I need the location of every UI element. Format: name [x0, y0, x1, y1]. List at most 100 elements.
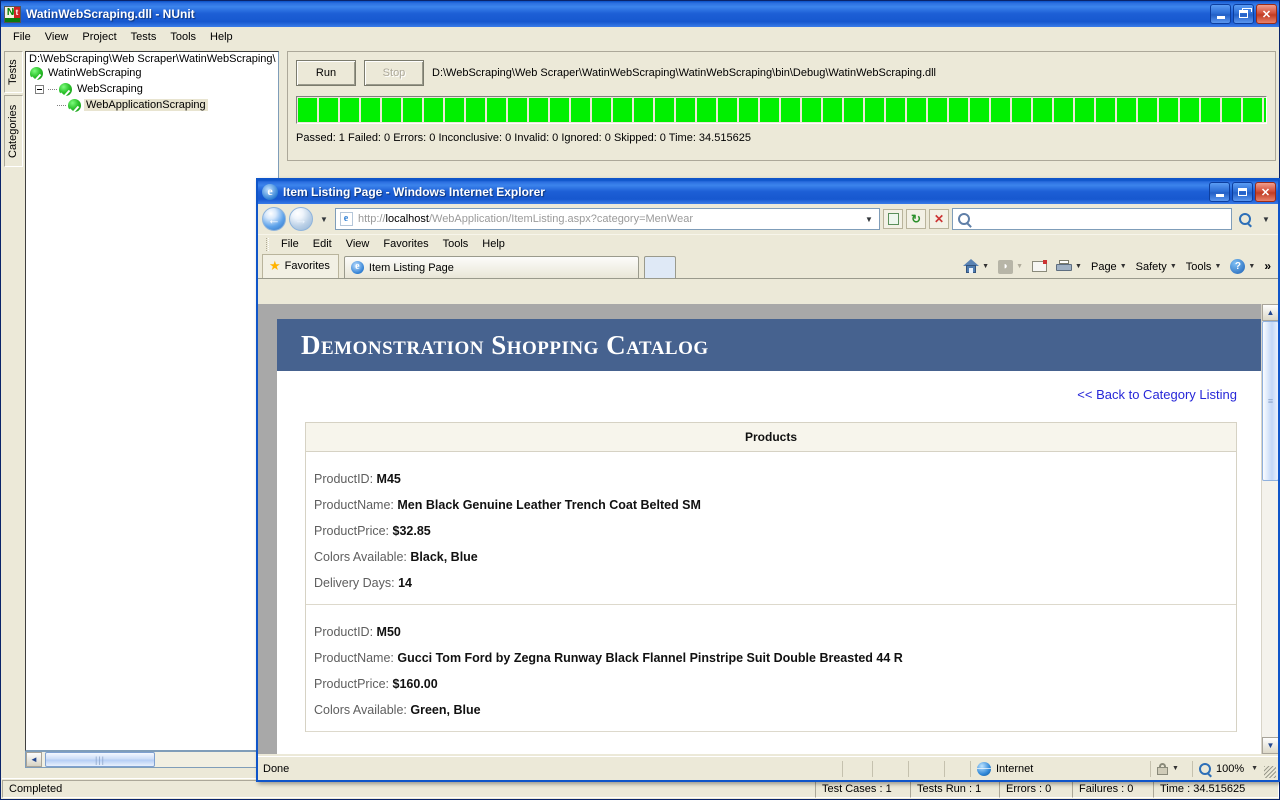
- menu-item-tests[interactable]: Tests: [124, 29, 164, 45]
- test-tree-panel[interactable]: D:\WebScraping\Web Scraper\WatinWebScrap…: [25, 51, 279, 751]
- progress-segment: [1138, 98, 1157, 122]
- menu-item-file[interactable]: File: [6, 29, 38, 45]
- address-bar[interactable]: e http://localhost/WebApplication/ItemLi…: [335, 208, 880, 230]
- collapse-icon[interactable]: [35, 84, 44, 94]
- progress-segment: [865, 98, 884, 122]
- tools-menu-label: Tools: [1185, 260, 1212, 273]
- forward-button-icon[interactable]: →: [289, 207, 313, 231]
- home-chevron-down-icon[interactable]: ▼: [982, 263, 989, 270]
- ie-navigation-bar: ← → ▼ e http://localhost/WebApplication/…: [258, 204, 1278, 234]
- ie-menu-help[interactable]: Help: [475, 237, 512, 251]
- protected-mode[interactable]: ▼: [1150, 760, 1192, 777]
- back-to-category-listing-link[interactable]: << Back to Category Listing: [1077, 387, 1237, 402]
- favorites-button[interactable]: ★ Favorites: [262, 254, 339, 278]
- product-name-label: ProductName:: [314, 498, 394, 512]
- nunit-minimize-button[interactable]: [1210, 4, 1231, 24]
- tree-horizontal-scrollbar[interactable]: ◄ |||: [25, 751, 279, 768]
- ie-tab-bar: ★ Favorites e Item Listing Page ▼ ◗ ▼ ▼ P…: [258, 253, 1278, 279]
- progress-segment: [403, 98, 422, 122]
- nunit-restore-button[interactable]: [1233, 4, 1254, 24]
- tree-node-webscraping[interactable]: WebScraping: [26, 81, 278, 97]
- browser-tab-item-listing[interactable]: e Item Listing Page: [343, 256, 639, 278]
- new-tab-button[interactable]: [643, 256, 676, 278]
- test-results-panel: Run Stop D:\WebScraping\Web Scraper\Wati…: [287, 51, 1276, 161]
- menu-item-tools[interactable]: Tools: [163, 29, 203, 45]
- run-button[interactable]: Run: [296, 60, 356, 86]
- menu-item-help[interactable]: Help: [203, 29, 240, 45]
- home-button[interactable]: ▼: [960, 257, 992, 276]
- progress-segment: [802, 98, 821, 122]
- progress-segment: [340, 98, 359, 122]
- search-box[interactable]: [952, 208, 1232, 230]
- scrollbar-thumb[interactable]: |||: [45, 752, 155, 767]
- tab-tests[interactable]: Tests: [4, 51, 23, 93]
- print-button[interactable]: ▼: [1053, 258, 1085, 275]
- tree-node-watinwebscraping[interactable]: WatinWebScraping: [26, 65, 278, 81]
- security-zone[interactable]: Internet: [970, 760, 1150, 777]
- compatibility-view-icon[interactable]: [883, 209, 903, 229]
- recent-pages-chevron-down-icon[interactable]: ▼: [316, 209, 332, 229]
- security-zone-label: Internet: [996, 762, 1034, 775]
- print-chevron-down-icon[interactable]: ▼: [1075, 263, 1082, 270]
- ie-menu-tools[interactable]: Tools: [436, 237, 476, 251]
- progress-segment: [949, 98, 968, 122]
- back-button-icon[interactable]: ←: [262, 207, 286, 231]
- product-price-label: ProductPrice:: [314, 524, 390, 538]
- ie-status-bar: Done Internet ▼ 100% ▼: [258, 756, 1278, 780]
- page-vertical-scrollbar[interactable]: ▲ ≡ ▼: [1261, 304, 1278, 754]
- progress-segment: [781, 98, 800, 122]
- home-icon: [963, 259, 980, 274]
- progress-segment: [1075, 98, 1094, 122]
- status-segment: [842, 760, 872, 777]
- stop-icon[interactable]: ✕: [929, 209, 949, 229]
- page-chevron-down-icon[interactable]: ▼: [1120, 263, 1127, 270]
- progress-segment: [613, 98, 632, 122]
- ie-minimize-button[interactable]: [1209, 182, 1230, 202]
- resize-grip[interactable]: [1264, 766, 1276, 778]
- feeds-button: ◗ ▼: [995, 258, 1026, 276]
- ie-menu-bar: File Edit View Favorites Tools Help: [258, 234, 1278, 253]
- progress-segment: [424, 98, 443, 122]
- address-chevron-down-icon[interactable]: ▼: [861, 209, 877, 229]
- scroll-left-icon[interactable]: ◄: [26, 752, 42, 767]
- help-menu-button[interactable]: ? ▼: [1227, 257, 1258, 276]
- product-colors-line: Colors Available: Black, Blue: [314, 544, 1236, 570]
- menu-item-view[interactable]: View: [38, 29, 76, 45]
- safety-chevron-down-icon[interactable]: ▼: [1170, 263, 1177, 270]
- ie-menu-file[interactable]: File: [274, 237, 306, 251]
- zoom-chevron-down-icon[interactable]: ▼: [1251, 765, 1258, 772]
- status-segment: [908, 760, 944, 777]
- search-submit-icon[interactable]: [1235, 209, 1255, 229]
- search-input[interactable]: [973, 212, 1229, 226]
- progress-segment: [1159, 98, 1178, 122]
- read-mail-button[interactable]: [1029, 259, 1050, 274]
- safety-menu-button[interactable]: Safety ▼: [1133, 259, 1180, 275]
- web-page-body: Demonstration Shopping Catalog << Back t…: [277, 319, 1261, 754]
- ie-menu-favorites[interactable]: Favorites: [376, 237, 435, 251]
- refresh-icon[interactable]: ↻: [906, 209, 926, 229]
- page-menu-button[interactable]: Page ▼: [1088, 259, 1130, 275]
- nunit-close-button[interactable]: ✕: [1256, 4, 1277, 24]
- help-chevron-down-icon[interactable]: ▼: [1248, 263, 1255, 270]
- progress-segment: [655, 98, 674, 122]
- scrollbar-thumb[interactable]: ≡: [1262, 321, 1278, 481]
- progress-segment: [1222, 98, 1241, 122]
- scroll-up-icon[interactable]: ▲: [1262, 304, 1278, 321]
- ie-menu-view[interactable]: View: [339, 237, 377, 251]
- progress-segment: [886, 98, 905, 122]
- tools-chevron-down-icon[interactable]: ▼: [1214, 263, 1221, 270]
- ie-close-button[interactable]: ✕: [1255, 182, 1276, 202]
- protected-mode-chevron-down-icon[interactable]: ▼: [1172, 765, 1179, 772]
- product-delivery-value: 14: [398, 576, 412, 590]
- tab-categories[interactable]: Categories: [4, 95, 23, 167]
- search-provider-chevron-down-icon[interactable]: ▼: [1258, 209, 1274, 229]
- overflow-chevrons-icon[interactable]: »: [1261, 257, 1274, 275]
- tools-menu-button[interactable]: Tools ▼: [1183, 259, 1225, 275]
- ie-menu-edit[interactable]: Edit: [306, 237, 339, 251]
- scroll-down-icon[interactable]: ▼: [1262, 737, 1278, 754]
- ie-maximize-button[interactable]: [1232, 182, 1253, 202]
- progress-segment: [970, 98, 989, 122]
- tree-node-webapplicationscraping[interactable]: WebApplicationScraping: [26, 97, 278, 113]
- menu-item-project[interactable]: Project: [75, 29, 123, 45]
- progress-segment: [298, 98, 317, 122]
